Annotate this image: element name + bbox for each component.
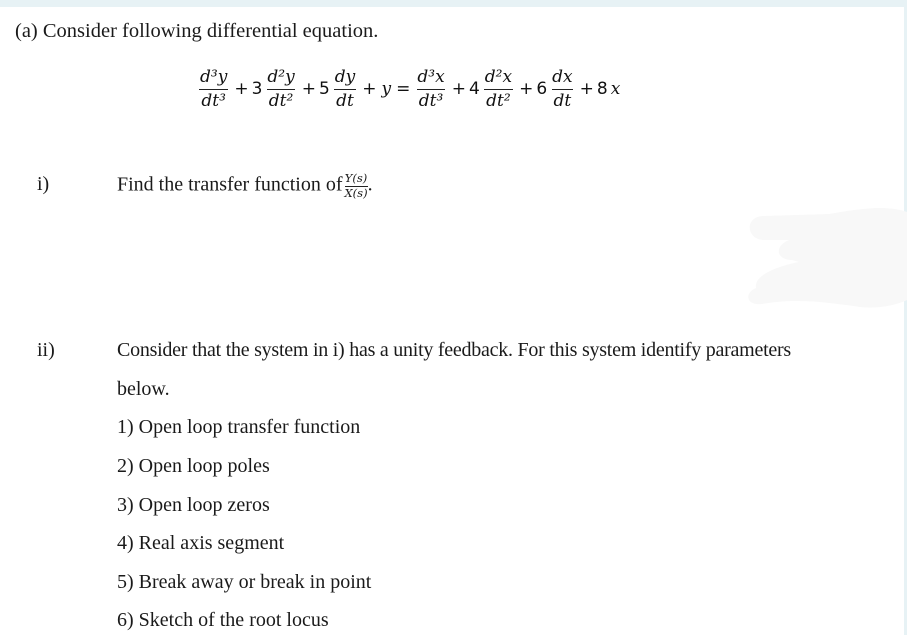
derivative-fraction: d²x dt² xyxy=(483,66,514,111)
coefficient: 8 xyxy=(596,79,608,99)
plus-operator: + xyxy=(301,79,316,99)
list-item: 4) Real axis segment xyxy=(117,532,285,554)
fraction-denominator: dt³ xyxy=(416,88,446,111)
fraction-numerator: Y(s) xyxy=(344,171,368,185)
equation-rhs: d³x dt³ +4 d²x dt² +6 dx dt +8 x xyxy=(413,66,622,111)
list-item: 3) Open loop zeros xyxy=(117,494,270,516)
fraction-numerator: d³x xyxy=(417,66,445,87)
fraction-numerator: dy xyxy=(334,66,356,87)
fraction-numerator: dx xyxy=(552,66,573,87)
coefficient: 4 xyxy=(468,79,480,99)
coefficient: 6 xyxy=(536,79,548,99)
derivative-fraction: d³x dt³ xyxy=(415,66,446,111)
derivative-fraction: d²y dt² xyxy=(265,66,296,111)
fraction-denominator: X(s) xyxy=(344,185,368,200)
fraction-denominator: dt² xyxy=(484,88,513,111)
part-i-period: . xyxy=(367,173,373,196)
fraction-denominator: dt³ xyxy=(199,88,228,111)
part-i-text: Find the transfer function of xyxy=(117,173,343,196)
question-heading: (a) Consider following differential equa… xyxy=(15,20,379,42)
part-i-label: i) xyxy=(37,173,50,195)
fraction-numerator: d²x xyxy=(484,66,513,87)
list-item: 5) Break away or break in point xyxy=(117,571,372,593)
part-i-question: Find the transfer function of Y(s) X(s). xyxy=(117,171,373,200)
plus-operator: + xyxy=(362,79,377,99)
part-ii-label: ii) xyxy=(37,339,55,361)
fraction-denominator: dt xyxy=(334,88,356,111)
part-ii-text-line2: below. xyxy=(117,378,170,400)
plus-operator: + xyxy=(234,79,249,99)
list-item: 6) Sketch of the root locus xyxy=(117,609,329,631)
plus-operator: + xyxy=(579,79,594,99)
differential-equation: d³y dt³ +3 d²y dt² +5 dy dt + y = d³x dt³ +4 d²x dt² +… xyxy=(196,59,622,119)
part-ii-text-line1: Consider that the system in i) has a uni… xyxy=(117,339,791,361)
coefficient: 3 xyxy=(251,79,263,99)
fraction-denominator: dt xyxy=(551,88,574,111)
list-item: 1) Open loop transfer function xyxy=(117,416,361,438)
plus-operator: + xyxy=(519,79,534,99)
fraction-numerator: d³y xyxy=(200,66,228,87)
top-frame-bar xyxy=(0,0,907,7)
variable: x xyxy=(610,79,621,99)
fraction-denominator: dt² xyxy=(266,88,296,111)
list-item: 2) Open loop poles xyxy=(117,455,270,477)
coefficient: 5 xyxy=(318,79,330,99)
fraction-numerator: d²y xyxy=(267,66,295,87)
equals-sign: = xyxy=(396,79,411,99)
variable: y xyxy=(381,79,392,99)
derivative-fraction: d³y dt³ xyxy=(198,66,229,111)
erased-smudge xyxy=(748,208,907,308)
equation-lhs: d³y dt³ +3 d²y dt² +5 dy dt + y xyxy=(196,66,393,111)
derivative-fraction: dx dt xyxy=(550,66,574,111)
plus-operator: + xyxy=(451,79,466,99)
transfer-function-fraction: Y(s) X(s) xyxy=(344,171,368,200)
derivative-fraction: dy dt xyxy=(333,66,358,111)
